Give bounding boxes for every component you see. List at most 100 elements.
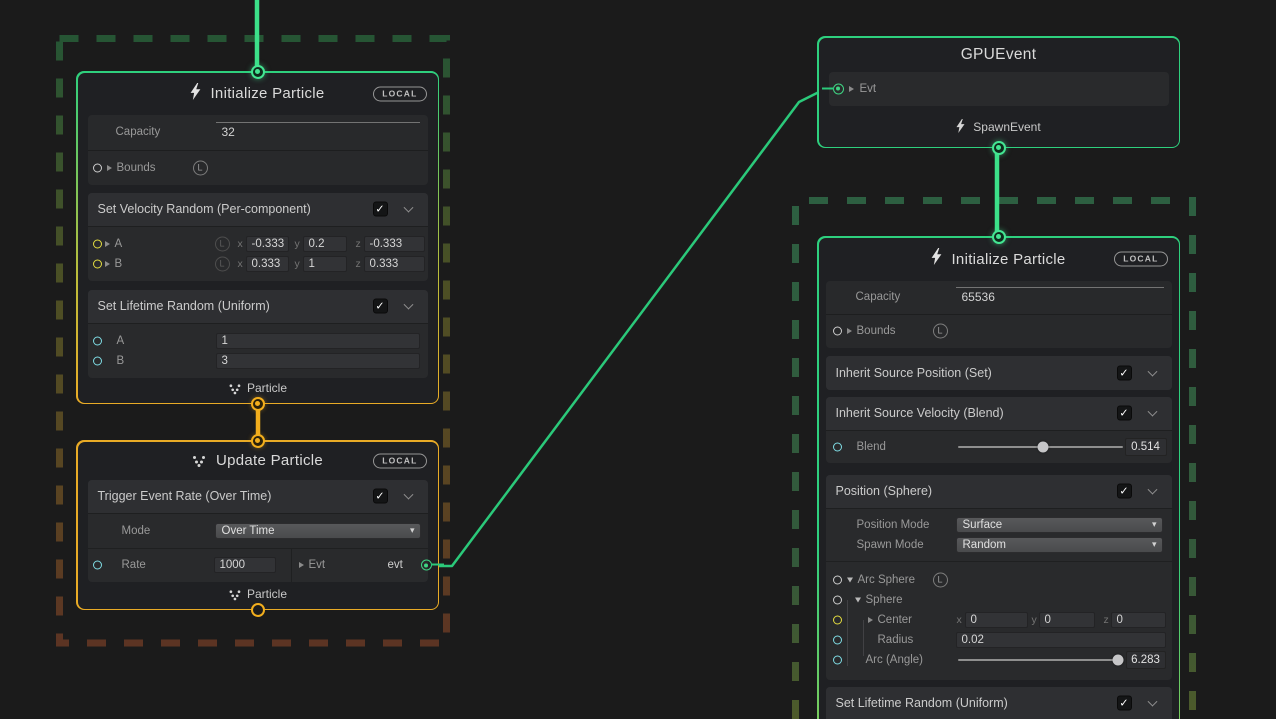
evt-output-port[interactable] xyxy=(421,560,432,571)
arc-sphere-port[interactable] xyxy=(833,575,842,584)
expand-triangle-icon[interactable] xyxy=(299,562,304,568)
enabled-checkbox[interactable]: ✓ xyxy=(1117,696,1132,711)
block-set-velocity-random[interactable]: Set Velocity Random (Per-component) ✓ A … xyxy=(88,193,428,281)
bounds-port[interactable] xyxy=(93,163,102,172)
flow-input-port[interactable] xyxy=(992,230,1006,244)
space-toggle[interactable]: L xyxy=(933,324,948,339)
bounds-port[interactable] xyxy=(833,327,842,336)
expand-triangle-icon[interactable] xyxy=(868,617,873,623)
rate-label: Rate xyxy=(122,559,146,571)
collapse-chevron-icon[interactable] xyxy=(1147,366,1157,376)
rate-row: Rate 1000 Evt evt xyxy=(88,548,428,582)
collapse-triangle-icon[interactable] xyxy=(847,577,853,582)
enabled-checkbox[interactable]: ✓ xyxy=(1117,365,1132,380)
z-field[interactable]: -0.333 xyxy=(364,236,425,252)
local-space-badge[interactable]: LOCAL xyxy=(373,453,426,468)
blend-value-box[interactable]: 0.514 xyxy=(1125,438,1167,456)
enabled-checkbox[interactable]: ✓ xyxy=(373,299,388,314)
flow-output-port[interactable] xyxy=(992,141,1006,155)
flow-output-port[interactable] xyxy=(251,397,265,411)
expand-triangle-icon[interactable] xyxy=(107,165,112,171)
local-space-badge[interactable]: LOCAL xyxy=(1114,252,1167,267)
enabled-checkbox[interactable]: ✓ xyxy=(373,202,388,217)
space-toggle[interactable]: L xyxy=(193,160,208,175)
lifetime-row-b: B 3 xyxy=(88,351,428,371)
position-mode-dropdown[interactable]: Surface ▾ xyxy=(956,517,1163,533)
vector-port[interactable] xyxy=(93,239,102,248)
collapse-chevron-icon[interactable] xyxy=(403,300,413,310)
expand-triangle-icon[interactable] xyxy=(105,241,110,247)
edge-evt-to-gpuevent[interactable] xyxy=(424,92,832,566)
collapse-chevron-icon[interactable] xyxy=(1147,407,1157,417)
rate-field[interactable]: 1000 xyxy=(214,557,276,573)
x-field[interactable]: 0 xyxy=(965,612,1028,628)
collapse-chevron-icon[interactable] xyxy=(403,203,413,213)
float-port[interactable] xyxy=(93,356,102,365)
collapse-chevron-icon[interactable] xyxy=(1147,697,1157,707)
enabled-checkbox[interactable]: ✓ xyxy=(1117,406,1132,421)
z-field[interactable]: 0.333 xyxy=(364,256,425,272)
arc-angle-row: Arc (Angle) 6.283 xyxy=(826,650,1172,671)
float-port[interactable] xyxy=(833,442,842,451)
flow-output-port[interactable] xyxy=(251,603,265,617)
sphere-port[interactable] xyxy=(833,595,842,604)
mode-value: Over Time xyxy=(222,525,275,537)
blend-slider-handle[interactable] xyxy=(1037,441,1048,452)
flow-input-port[interactable] xyxy=(251,65,265,79)
block-set-lifetime-random[interactable]: Set Lifetime Random (Uniform) ✓ xyxy=(826,687,1172,719)
context-node-update[interactable]: Update Particle LOCAL Trigger Event Rate… xyxy=(76,440,439,610)
block-set-lifetime-random[interactable]: Set Lifetime Random (Uniform) ✓ A 1 B 3 xyxy=(88,290,428,378)
float-port[interactable] xyxy=(833,656,842,665)
y-field[interactable]: 1 xyxy=(303,256,347,272)
z-field[interactable]: 0 xyxy=(1111,612,1166,628)
evt-input-port[interactable] xyxy=(833,83,844,94)
space-toggle[interactable]: L xyxy=(215,236,230,251)
mode-dropdown[interactable]: Over Time ▾ xyxy=(215,523,421,539)
collapse-chevron-icon[interactable] xyxy=(403,490,413,500)
local-space-badge[interactable]: LOCAL xyxy=(373,86,426,101)
vector-port[interactable] xyxy=(833,615,842,624)
flow-input-port[interactable] xyxy=(251,434,265,448)
value-field[interactable]: 3 xyxy=(216,353,420,369)
x-field[interactable]: 0.333 xyxy=(246,256,289,272)
arc-slider-handle[interactable] xyxy=(1112,655,1123,666)
space-toggle[interactable]: L xyxy=(933,572,948,587)
x-field[interactable]: -0.333 xyxy=(246,236,289,252)
y-field[interactable]: 0.2 xyxy=(303,236,347,252)
float-port[interactable] xyxy=(93,561,102,570)
enabled-checkbox[interactable]: ✓ xyxy=(373,489,388,504)
blend-row: Blend 0.514 xyxy=(826,431,1172,463)
capacity-field[interactable]: 65536 xyxy=(956,287,1164,304)
spawn-mode-dropdown[interactable]: Random ▾ xyxy=(956,537,1163,553)
collapse-chevron-icon[interactable] xyxy=(1147,485,1157,495)
float-port[interactable] xyxy=(93,336,102,345)
capacity-label: Capacity xyxy=(116,126,161,138)
axis-z-label: z xyxy=(1104,614,1109,626)
arc-slider-track[interactable] xyxy=(958,659,1118,661)
expand-triangle-icon[interactable] xyxy=(847,328,852,334)
float-port[interactable] xyxy=(833,635,842,644)
block-trigger-event-rate[interactable]: Trigger Event Rate (Over Time) ✓ Mode Ov… xyxy=(88,480,428,582)
y-field[interactable]: 0 xyxy=(1039,612,1095,628)
expand-triangle-icon[interactable] xyxy=(849,86,854,92)
context-node-initialize-left[interactable]: Initialize Particle LOCAL Capacity 32 Bo… xyxy=(76,71,439,404)
enabled-checkbox[interactable]: ✓ xyxy=(1117,484,1132,499)
vfx-graph-canvas[interactable]: Initialize Particle LOCAL Capacity 32 Bo… xyxy=(0,0,1276,719)
value-field[interactable]: 1 xyxy=(216,333,420,349)
vector-port[interactable] xyxy=(93,259,102,268)
context-node-initialize-right[interactable]: Initialize Particle LOCAL Capacity 65536… xyxy=(817,236,1180,719)
block-title: Inherit Source Velocity (Blend) xyxy=(836,406,1004,420)
space-toggle[interactable]: L xyxy=(215,256,230,271)
arc-value-box[interactable]: 6.283 xyxy=(1126,651,1166,669)
block-inherit-source-velocity[interactable]: Inherit Source Velocity (Blend) ✓ Blend … xyxy=(826,397,1172,463)
row-label: B xyxy=(115,258,123,270)
radius-field[interactable]: 0.02 xyxy=(956,632,1166,648)
capacity-field[interactable]: 32 xyxy=(216,122,420,139)
block-inherit-source-position[interactable]: Inherit Source Position (Set) ✓ xyxy=(826,356,1172,390)
spawn-mode-value: Random xyxy=(963,539,1006,551)
expand-triangle-icon[interactable] xyxy=(105,261,110,267)
block-position-sphere[interactable]: Position (Sphere) ✓ Position Mode Surfac… xyxy=(826,475,1172,680)
collapse-triangle-icon[interactable] xyxy=(855,597,861,602)
particle-icon xyxy=(229,589,241,598)
context-node-gpuevent[interactable]: GPUEvent Evt SpawnEvent xyxy=(817,36,1180,148)
